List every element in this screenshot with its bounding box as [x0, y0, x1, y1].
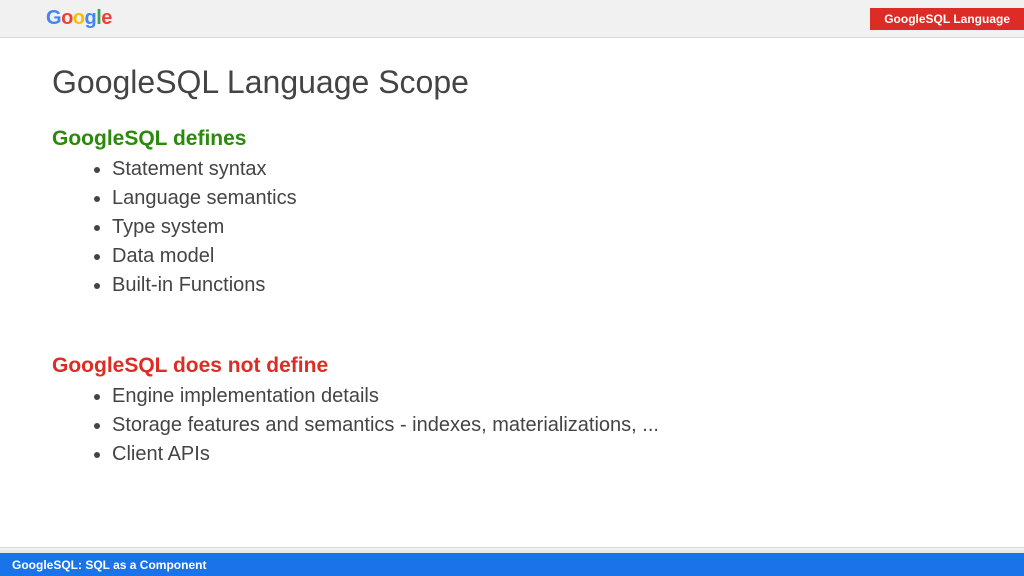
slide-title: GoogleSQL Language Scope	[52, 64, 972, 101]
list-item: Built-in Functions	[112, 271, 972, 300]
footer-bar: GoogleSQL: SQL as a Component	[0, 550, 1024, 576]
section-heading-defines: GoogleSQL defines	[52, 127, 972, 151]
list-item: Type system	[112, 213, 972, 242]
not-define-list: Engine implementation details Storage fe…	[52, 382, 972, 469]
slide: Google GoogleSQL Language GoogleSQL Lang…	[0, 0, 1024, 576]
list-item: Storage features and semantics - indexes…	[112, 411, 972, 440]
google-logo: Google	[46, 7, 112, 30]
bottom-area: GoogleSQL: SQL as a Component	[0, 547, 1024, 576]
list-item: Statement syntax	[112, 155, 972, 184]
section-heading-not-define: GoogleSQL does not define	[52, 354, 972, 378]
list-item: Language semantics	[112, 184, 972, 213]
list-item: Data model	[112, 242, 972, 271]
content-area: GoogleSQL Language Scope GoogleSQL defin…	[0, 38, 1024, 547]
defines-list: Statement syntax Language semantics Type…	[52, 155, 972, 300]
list-item: Engine implementation details	[112, 382, 972, 411]
header-tag: GoogleSQL Language	[870, 8, 1024, 30]
top-bar: Google GoogleSQL Language	[0, 0, 1024, 38]
list-item: Client APIs	[112, 440, 972, 469]
footer-text: GoogleSQL: SQL as a Component	[12, 558, 206, 572]
